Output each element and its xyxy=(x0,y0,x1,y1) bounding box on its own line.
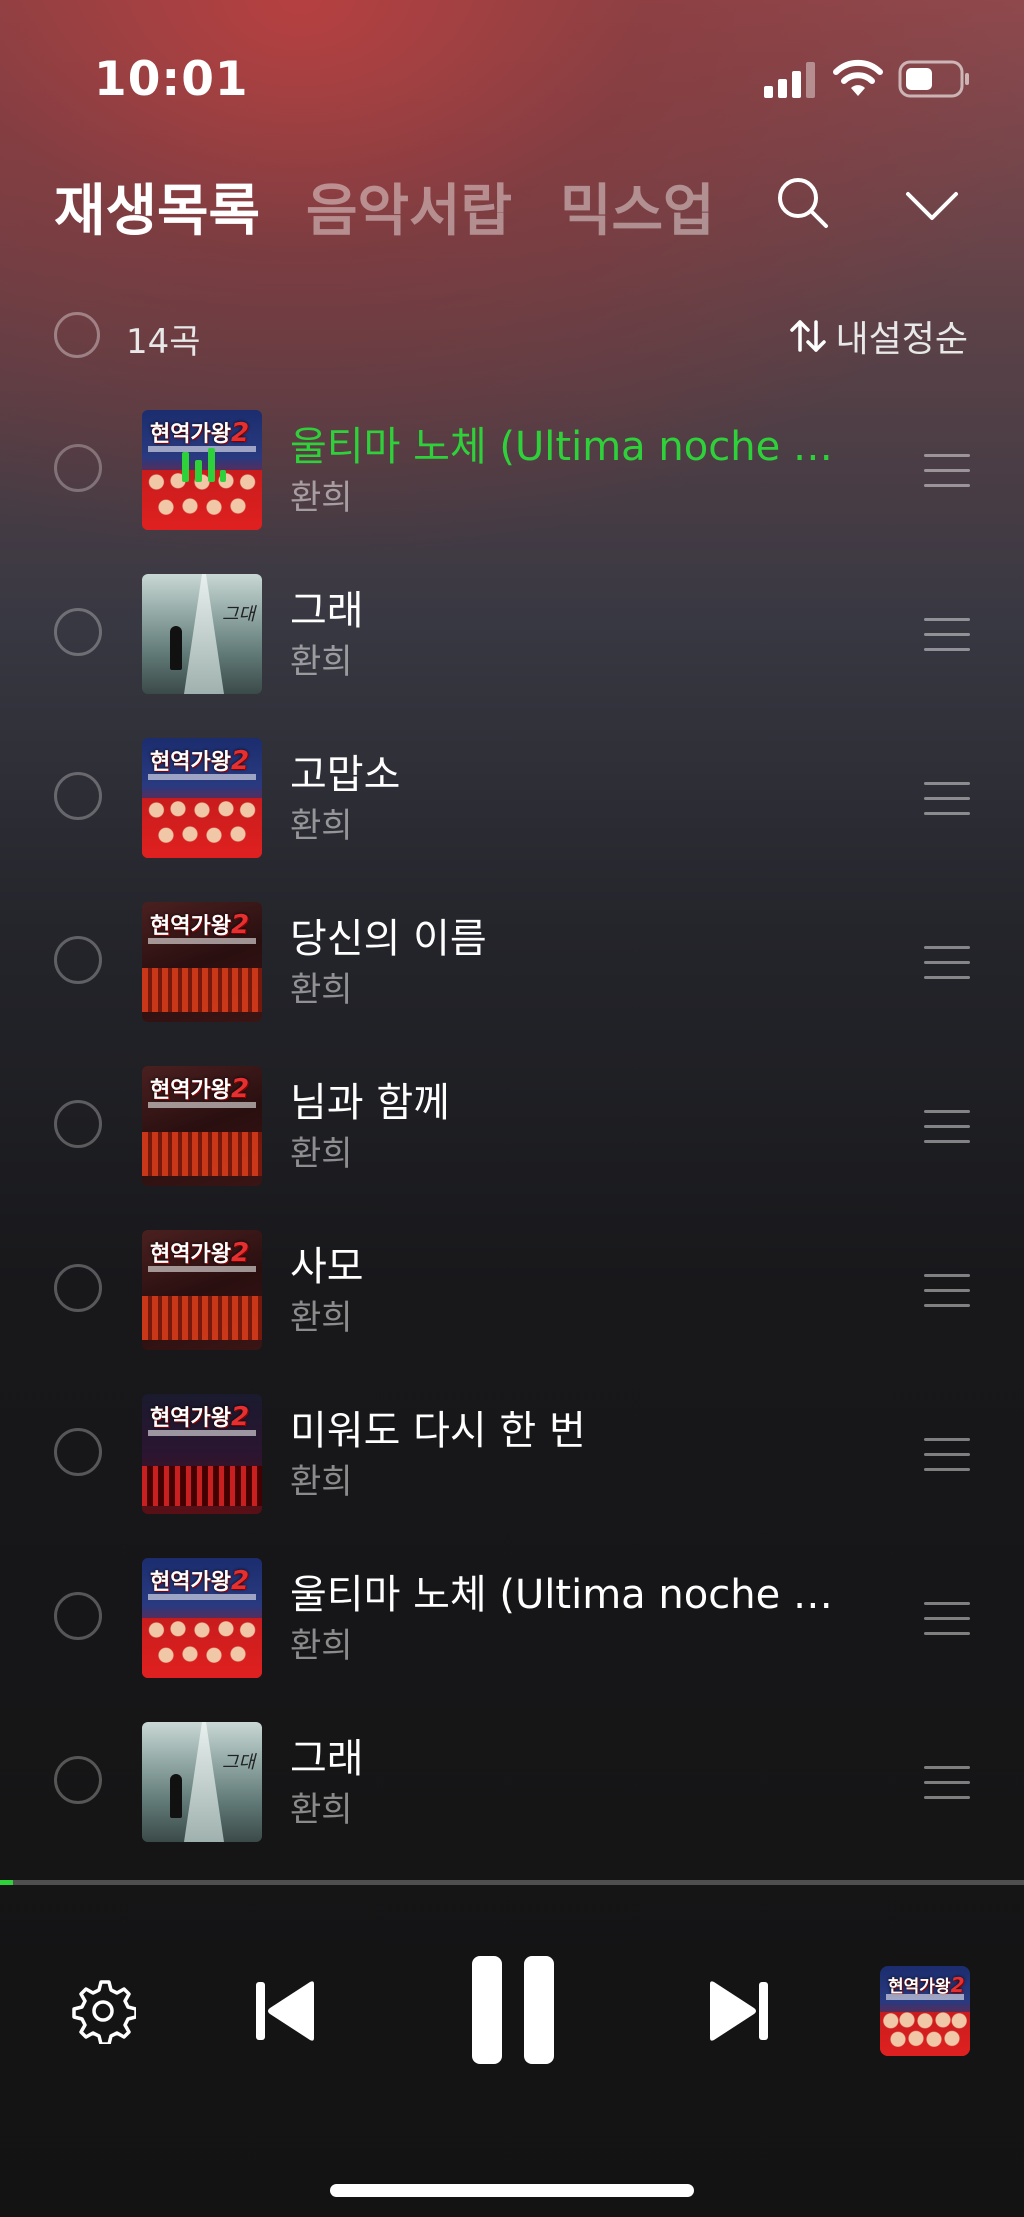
drag-handle-icon[interactable] xyxy=(924,946,970,980)
drag-handle-icon[interactable] xyxy=(924,618,970,652)
drag-handle-icon[interactable] xyxy=(924,1766,970,1800)
sort-label: 내설정순 xyxy=(835,319,968,360)
drag-handle-icon[interactable] xyxy=(924,782,970,816)
track-title: 울티마 노체 (Ultima noche 마… xyxy=(290,424,850,470)
next-icon[interactable] xyxy=(706,1978,770,2044)
track-checkbox[interactable] xyxy=(54,1756,102,1804)
album-cover: 현역가왕2 xyxy=(142,1394,262,1514)
track-row[interactable]: 현역가왕2 미워도 다시 한 번 환희 xyxy=(0,1384,1024,1548)
drag-handle-icon[interactable] xyxy=(924,454,970,488)
album-cover: 그대 xyxy=(142,574,262,694)
header-tabs: 재생목록 음악서랍 믹스업 xyxy=(54,166,1024,246)
album-cover: 그대 xyxy=(142,1722,262,1842)
track-title: 미워도 다시 한 번 xyxy=(290,1408,586,1454)
track-row[interactable]: 그대 그래 환희 xyxy=(0,1712,1024,1876)
track-checkbox[interactable] xyxy=(54,1592,102,1640)
pause-icon[interactable] xyxy=(468,1954,558,2066)
search-icon[interactable] xyxy=(774,174,830,230)
drag-handle-icon[interactable] xyxy=(924,1110,970,1144)
track-row[interactable]: 현역가왕2 고맙소 환희 xyxy=(0,728,1024,892)
track-checkbox[interactable] xyxy=(54,1428,102,1476)
status-time: 10:01 xyxy=(94,52,249,107)
track-artist: 환희 xyxy=(290,1134,353,1174)
tab-mixup[interactable]: 믹스업 xyxy=(560,166,715,247)
drag-handle-icon[interactable] xyxy=(924,1602,970,1636)
settings-icon[interactable] xyxy=(70,1978,136,2044)
track-row[interactable]: 현역가왕2 울티마 노체 (Ultima noche 마… 환희 xyxy=(0,1548,1024,1712)
album-cover: 현역가왕2 xyxy=(142,1066,262,1186)
now-playing-cover[interactable]: 현역가왕2 xyxy=(880,1966,970,2056)
track-artist: 환희 xyxy=(290,1462,353,1502)
track-row[interactable]: 현역가왕2 님과 함께 환희 xyxy=(0,1056,1024,1220)
track-title: 그래 xyxy=(290,588,364,634)
track-title: 사모 xyxy=(290,1244,364,1290)
track-row[interactable]: 현역가왕2 사모 환희 xyxy=(0,1220,1024,1384)
previous-icon[interactable] xyxy=(254,1978,318,2044)
track-checkbox[interactable] xyxy=(54,608,102,656)
album-cover: 현역가왕2 xyxy=(142,738,262,858)
track-artist: 환희 xyxy=(290,1626,353,1666)
track-checkbox[interactable] xyxy=(54,936,102,984)
track-artist: 환희 xyxy=(290,806,353,846)
drag-handle-icon[interactable] xyxy=(924,1274,970,1308)
track-title: 당신의 이름 xyxy=(290,916,487,962)
home-indicator xyxy=(330,2184,694,2197)
now-playing-equalizer-icon xyxy=(182,448,226,482)
track-row[interactable]: 현역가왕2 울티마 노체 (Ultima noche 마… 환희 xyxy=(0,400,1024,564)
track-title: 고맙소 xyxy=(290,752,401,798)
track-artist: 환희 xyxy=(290,970,353,1010)
playback-progress-bar[interactable] xyxy=(0,1880,1024,1885)
album-cover: 현역가왕2 xyxy=(142,1230,262,1350)
track-row[interactable]: 그대 그래 환희 xyxy=(0,564,1024,728)
track-title: 님과 함께 xyxy=(290,1080,450,1126)
track-checkbox[interactable] xyxy=(54,1264,102,1312)
cellular-signal-icon xyxy=(764,62,815,98)
select-all-checkbox[interactable] xyxy=(54,312,100,358)
chevron-down-icon[interactable] xyxy=(904,186,960,226)
track-artist: 환희 xyxy=(290,642,353,682)
wifi-icon xyxy=(833,59,883,96)
album-cover: 현역가왕2 xyxy=(142,1558,262,1678)
track-count: 14곡 xyxy=(126,322,201,362)
track-artist: 환희 xyxy=(290,1298,353,1338)
playback-progress-fill xyxy=(0,1880,14,1885)
track-artist: 환희 xyxy=(290,1790,353,1830)
battery-icon xyxy=(898,60,969,98)
album-cover: 현역가왕2 xyxy=(142,902,262,1022)
sort-icon xyxy=(789,320,826,352)
track-checkbox[interactable] xyxy=(54,444,102,492)
sort-button[interactable]: 내설정순 xyxy=(788,310,968,362)
track-title: 그래 xyxy=(290,1736,364,1782)
track-row[interactable]: 현역가왕2 당신의 이름 환희 xyxy=(0,892,1024,1056)
track-checkbox[interactable] xyxy=(54,1100,102,1148)
track-title: 울티마 노체 (Ultima noche 마… xyxy=(290,1572,850,1618)
drag-handle-icon[interactable] xyxy=(924,1438,970,1472)
tab-music-drawer[interactable]: 음악서랍 xyxy=(306,166,512,247)
tab-playlist[interactable]: 재생목록 xyxy=(54,166,260,247)
track-checkbox[interactable] xyxy=(54,772,102,820)
track-artist: 환희 xyxy=(290,478,353,518)
